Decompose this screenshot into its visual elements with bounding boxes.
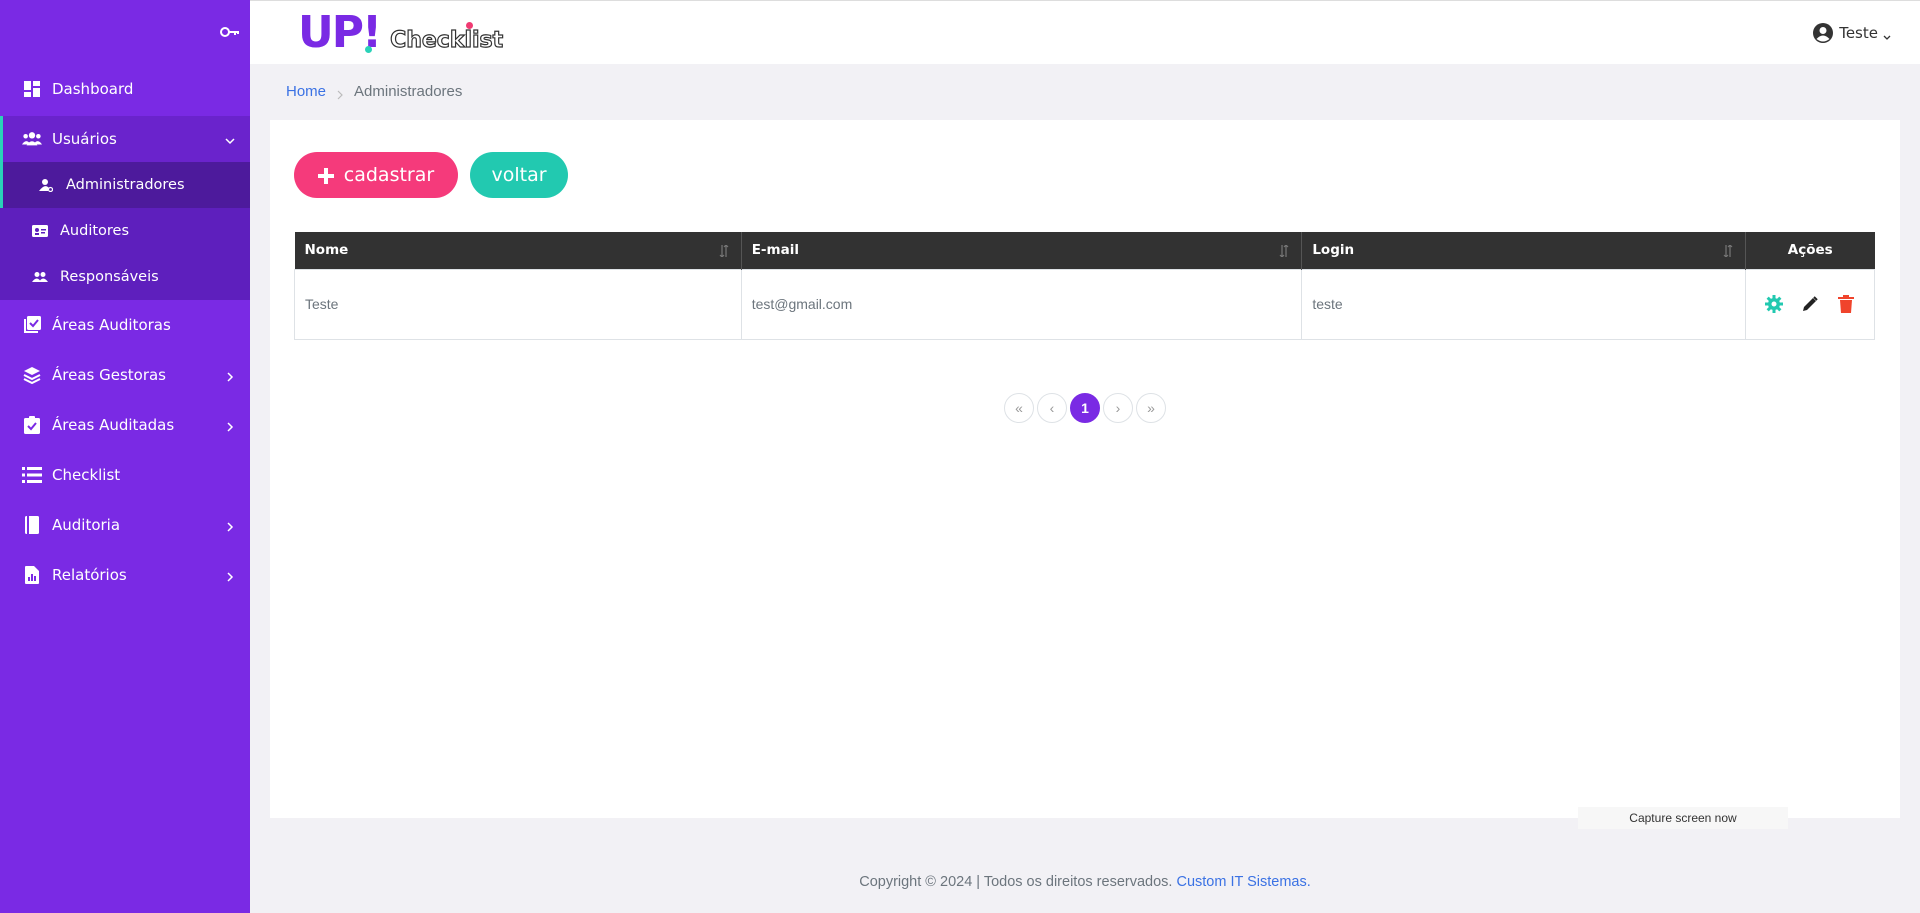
chevron-right-icon (224, 369, 236, 382)
column-header-label: Login (1312, 242, 1355, 259)
logo-sub: Checklist (389, 22, 504, 54)
content-card: cadastrar voltar Nome E-mail Login Ações… (270, 120, 1900, 818)
page-first-button[interactable]: « (1004, 393, 1034, 423)
column-header-acoes: Ações (1745, 232, 1875, 269)
sidebar-subitem-administradores[interactable]: Administradores (0, 162, 250, 208)
user-name: Teste (1839, 24, 1878, 42)
column-header-label: Nome (304, 242, 349, 259)
chevron-down-icon (224, 133, 236, 145)
user-cog-icon (38, 177, 54, 193)
sidebar-item-dashboard[interactable]: Dashboard (0, 64, 250, 114)
page-prev-button[interactable]: ‹ (1037, 393, 1067, 423)
sidebar-subitem-responsaveis[interactable]: Responsáveis (0, 254, 250, 300)
sidebar-subnav-usuarios: Administradores Auditores Responsáveis (0, 162, 250, 300)
breadcrumb: Home Administradores (286, 83, 462, 100)
column-header-nome[interactable]: Nome (294, 232, 742, 269)
column-header-label: E-mail (751, 242, 799, 259)
cell-nome: Teste (294, 268, 742, 340)
sidebar-item-label: Dashboard (52, 80, 134, 98)
sidebar-item-auditoria[interactable]: Auditoria (0, 500, 250, 550)
add-button[interactable]: cadastrar (294, 152, 458, 198)
sort-icon (1279, 244, 1289, 258)
list-icon (22, 465, 42, 485)
footer-link[interactable]: Custom IT Sistemas. (1176, 874, 1310, 890)
sidebar-subitem-label: Auditores (60, 223, 130, 239)
report-icon (22, 565, 42, 585)
settings-gear-icon[interactable] (1764, 294, 1784, 314)
admins-table: Nome E-mail Login Ações Teste test@gmail… (294, 232, 1875, 340)
sidebar-item-label: Checklist (52, 466, 121, 484)
sort-icon (1723, 244, 1733, 258)
page-next-button[interactable]: › (1103, 393, 1133, 423)
logo-exclaim: ! (361, 7, 383, 58)
edit-pencil-icon[interactable] (1800, 294, 1820, 314)
chevron-right-icon (336, 87, 344, 99)
logo-dot (364, 46, 372, 53)
sidebar-nav: Dashboard Usuários (0, 64, 250, 162)
sidebar-item-label: Auditoria (52, 516, 121, 534)
sidebar-item-checklist[interactable]: Checklist (0, 450, 250, 500)
book-icon (22, 515, 42, 535)
users-icon (22, 129, 42, 149)
key-icon[interactable] (220, 25, 240, 39)
layers-icon (22, 365, 42, 385)
sort-icon (719, 244, 729, 258)
column-header-login[interactable]: Login (1301, 232, 1747, 269)
checkbox-list-icon (22, 315, 42, 335)
capture-screen-button[interactable]: Capture screen now (1578, 807, 1788, 829)
sidebar-item-label: Áreas Auditadas (52, 416, 175, 434)
user-menu[interactable]: Teste (1813, 23, 1892, 43)
cell-login: teste (1301, 268, 1747, 340)
sidebar-subitem-label: Administradores (66, 177, 185, 193)
sidebar-item-label: Relatórios (52, 566, 127, 584)
sidebar-item-areas-auditadas[interactable]: Áreas Auditadas (0, 400, 250, 450)
logo-sub-text: Checklist (389, 27, 504, 53)
id-card-icon (32, 223, 48, 239)
pagination: « ‹ 1 › » (1004, 393, 1169, 423)
footer-text: Copyright © 2024 | Todos os direitos res… (859, 874, 1177, 890)
sidebar-item-areas-auditoras[interactable]: Áreas Auditoras (0, 300, 250, 350)
add-button-label: cadastrar (343, 164, 435, 186)
user-circle-icon (1813, 23, 1834, 43)
user-group-icon (32, 269, 48, 285)
table-row: Teste test@gmail.com teste (294, 268, 1875, 340)
sidebar-item-label: Usuários (52, 130, 117, 148)
column-header-email[interactable]: E-mail (741, 232, 1303, 269)
back-button[interactable]: voltar (470, 152, 568, 198)
breadcrumb-home[interactable]: Home (286, 83, 326, 100)
cell-acoes (1745, 268, 1875, 340)
footer: Copyright © 2024 | Todos os direitos res… (250, 874, 1920, 890)
logo-main: UP (298, 7, 364, 58)
breadcrumb-current: Administradores (354, 83, 463, 100)
page-number-button[interactable]: 1 (1070, 393, 1100, 423)
sidebar-subitem-auditores[interactable]: Auditores (0, 208, 250, 254)
sidebar-item-usuarios[interactable]: Usuários (0, 116, 250, 162)
sidebar-nav-rest: Áreas Auditoras Áreas Gestoras Áreas Aud… (0, 300, 250, 600)
sidebar-item-areas-gestoras[interactable]: Áreas Gestoras (0, 350, 250, 400)
plus-icon (317, 167, 334, 184)
logo[interactable]: UP ! Checklist (298, 7, 504, 58)
top-header: UP ! Checklist Teste (250, 0, 1920, 64)
chevron-right-icon (224, 569, 236, 582)
sidebar-top (0, 0, 250, 64)
sidebar: Dashboard Usuários Administradores Audit… (0, 0, 250, 913)
delete-trash-icon[interactable] (1836, 294, 1856, 314)
chevron-right-icon (224, 419, 236, 432)
sidebar-item-label: Áreas Auditoras (52, 316, 171, 334)
dashboard-icon (22, 79, 42, 99)
clipboard-check-icon (22, 415, 42, 435)
sidebar-subitem-label: Responsáveis (60, 269, 159, 285)
chevron-right-icon (224, 519, 236, 532)
sidebar-item-label: Áreas Gestoras (52, 366, 167, 384)
page-last-button[interactable]: » (1136, 393, 1166, 423)
chevron-down-icon (1882, 28, 1892, 40)
sidebar-item-relatorios[interactable]: Relatórios (0, 550, 250, 600)
table-header-row: Nome E-mail Login Ações (294, 232, 1875, 269)
cell-email: test@gmail.com (740, 268, 1303, 340)
